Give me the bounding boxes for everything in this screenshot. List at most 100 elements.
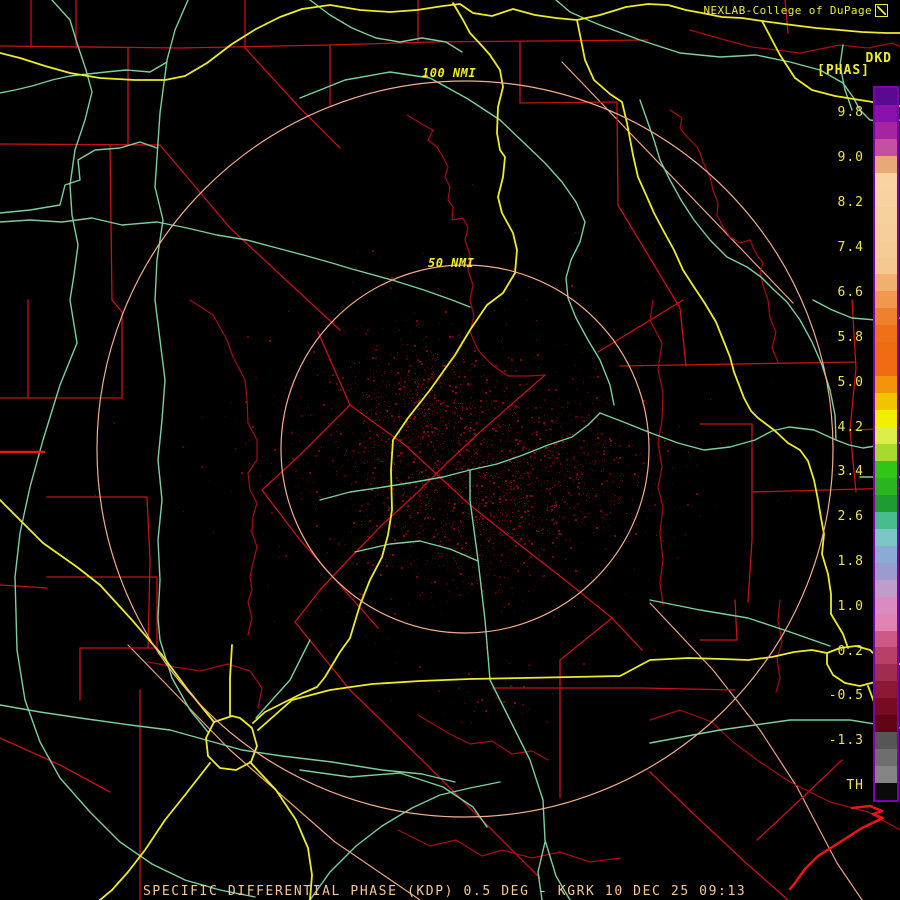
color-scale-segment (875, 579, 897, 597)
map-layer-county_riv (406, 114, 546, 377)
color-scale-segment (875, 596, 897, 614)
color-scale-segment (875, 172, 897, 190)
map-layer-green_roads (0, 704, 456, 783)
map-layer-county (244, 47, 341, 149)
color-scale-segment (875, 325, 897, 343)
radar-map-svg (0, 0, 900, 900)
map-layer-green_roads (469, 469, 571, 900)
color-scale-segment (875, 410, 897, 428)
map-layer-county (317, 331, 643, 651)
map-layer-county (756, 759, 843, 841)
color-scale-segment (875, 138, 897, 156)
map-layer-county (559, 617, 613, 799)
map-layer-county_riv (189, 299, 258, 636)
range-ring-100nmi-label: 100 NMI (422, 66, 477, 80)
color-scale-segment (875, 698, 897, 716)
color-scale-segment (875, 613, 897, 631)
map-layer-county (46, 496, 151, 649)
map-layer-green_roads (319, 412, 601, 501)
map-layer-county (0, 584, 48, 589)
map-layer-county (0, 299, 29, 399)
map-layer-yellow_roads (249, 761, 313, 900)
color-scale-segment (875, 681, 897, 699)
map-layer-county (519, 41, 618, 104)
nexlab-logo-icon[interactable] (875, 4, 888, 17)
color-scale-segment (875, 444, 897, 461)
product-phase-tag: [PHAS] (817, 63, 870, 78)
color-scale-segment (875, 562, 897, 580)
color-scale-segment (875, 393, 897, 411)
color-scale-segment (875, 427, 897, 445)
color-scale-segment (875, 104, 897, 122)
color-scale-segment (875, 664, 897, 682)
map-layer-green_roads (255, 639, 311, 719)
color-scale-segment (875, 342, 897, 360)
map-layer-green_roads (0, 141, 158, 214)
color-scale-segment (875, 257, 897, 275)
color-scale-segment (875, 291, 897, 309)
color-scale-tick-label: -1.3 (828, 733, 864, 748)
color-scale-tick-label: 5.8 (837, 330, 864, 345)
color-scale-tick-label: 2.6 (837, 509, 864, 524)
map-layer-county (159, 144, 341, 331)
map-layer-county (109, 144, 123, 399)
map-layer-yellow_roads (99, 762, 211, 900)
map-layer-county (699, 423, 753, 603)
color-scale-tick-label: 6.6 (837, 285, 864, 300)
map-layer-green_roads (354, 540, 479, 562)
color-scale-tick-label: -0.5 (828, 688, 864, 703)
map-layer-county (46, 576, 158, 701)
color-scale-segment (875, 121, 897, 139)
color-scale-segment (875, 647, 897, 665)
nexlab-brand-link[interactable]: NEXLAB-College of DuPage (703, 4, 872, 17)
color-scale-segment (875, 359, 897, 377)
map-layer-county_riv (649, 299, 664, 606)
map-layer-peach_lines (561, 61, 794, 304)
color-scale-segment (875, 545, 897, 563)
map-layer-county (492, 687, 736, 691)
map-layer-county (294, 374, 546, 623)
range-ring-50nmi-label: 50 NMI (428, 256, 475, 270)
map-layer-bright_red (788, 804, 885, 891)
color-scale-segment (875, 511, 897, 529)
map-layer-county (0, 143, 161, 146)
map-layer-yellow_roads (229, 644, 233, 717)
kdp-color-scale (873, 86, 899, 802)
color-scale-segment (875, 749, 897, 767)
map-layer-county_riv (417, 714, 549, 761)
map-layer-county_riv (689, 29, 900, 54)
map-layer-county_riv (775, 599, 783, 693)
color-scale-tick-label: 0.2 (837, 644, 864, 659)
color-scale-segment (875, 223, 897, 241)
map-layer-county (0, 737, 111, 793)
color-scale-segment (875, 715, 897, 733)
color-scale-segment (875, 528, 897, 546)
map-layer-county (699, 599, 738, 641)
color-scale-tick-label: 5.0 (837, 375, 864, 390)
color-scale-tick-label: 7.4 (837, 240, 864, 255)
color-scale-segment (875, 477, 897, 495)
map-layer-green_roads (639, 99, 837, 441)
map-layer-green_roads (309, 781, 501, 900)
map-layer-green_roads (649, 599, 831, 647)
map-layer-yellow_roads (257, 649, 828, 731)
product-title-bar: SPECIFIC DIFFERENTIAL PHASE (KDP) 0.5 DE… (143, 884, 747, 899)
color-scale-tick-label: 8.2 (837, 195, 864, 210)
color-scale-segment (875, 206, 897, 224)
color-scale-tick-label: 9.0 (837, 150, 864, 165)
color-scale-segment (875, 460, 897, 478)
map-layer-green_roads (0, 61, 168, 94)
color-scale-tick-label: 3.4 (837, 464, 864, 479)
color-scale-segment (875, 308, 897, 326)
radar-echo-speckles (95, 184, 792, 759)
map-layer-county (0, 39, 649, 49)
map-layer-county (619, 361, 856, 367)
map-layer-green_roads (154, 0, 209, 733)
color-scale-segment (875, 494, 897, 512)
map-layer-county (679, 307, 687, 367)
map-layer-county (616, 101, 681, 309)
map-layer-county (597, 299, 684, 353)
color-scale-segment (875, 783, 897, 801)
color-scale-segment (875, 189, 897, 207)
color-scale-segment (875, 732, 897, 750)
